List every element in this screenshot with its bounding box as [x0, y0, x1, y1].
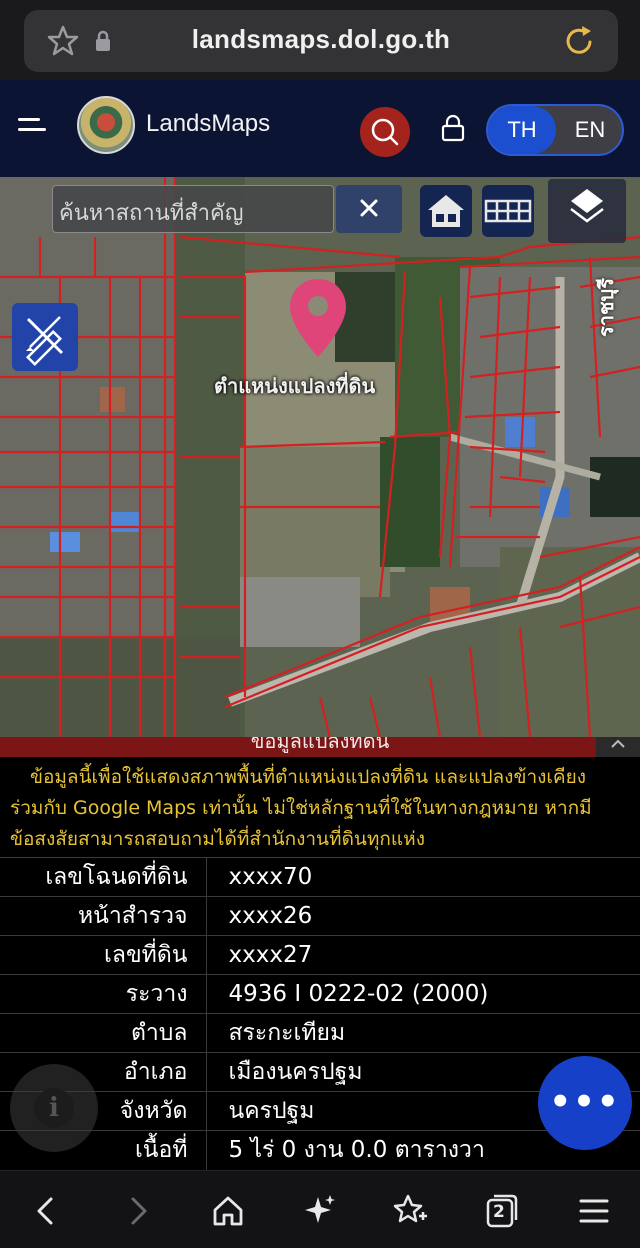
- brand-name: LandsMaps: [146, 110, 271, 137]
- lang-en-button[interactable]: EN: [558, 106, 622, 154]
- row-label: เลขโฉนดที่ดิน: [0, 857, 207, 897]
- menu-button[interactable]: [18, 118, 48, 148]
- home-button[interactable]: [420, 185, 472, 237]
- notice-line: ร่วมกับ Google Maps เท่านั้น ไม่ใช่หลักฐ…: [10, 797, 592, 819]
- browser-bottom-bar: 2: [0, 1170, 640, 1248]
- road-label: ราชบุรี: [594, 278, 618, 337]
- layers-button[interactable]: [548, 179, 626, 243]
- collapse-button[interactable]: [596, 737, 640, 757]
- more-actions-button[interactable]: •••: [538, 1056, 632, 1150]
- notice-line: ข้อสงสัยสามารถสอบถามได้ที่สำนักงานที่ดิน…: [10, 828, 425, 850]
- parcel-location-label: ตำแหน่งแปลงที่ดิน: [214, 374, 376, 398]
- clear-search-button[interactable]: [336, 185, 402, 233]
- row-value: xxxx26: [228, 903, 313, 929]
- app-header: LandsMaps TH EN: [0, 80, 640, 177]
- row-label: ตำบล: [0, 1013, 207, 1053]
- table-row: เนื้อที่ 5 ไร่ 0 งาน 0.0 ตารางวา: [0, 1130, 640, 1170]
- layers-icon: [570, 189, 604, 223]
- sparkle-icon[interactable]: [300, 1191, 340, 1231]
- table-row: เลขโฉนดที่ดิน xxxx70: [0, 857, 640, 897]
- menu-bar-icon: [18, 118, 40, 121]
- row-label: เลขที่ดิน: [0, 935, 207, 975]
- tab-count: 2: [493, 1202, 505, 1222]
- info-button[interactable]: i: [10, 1064, 98, 1152]
- grid-button[interactable]: [482, 185, 534, 237]
- menu-bar-icon: [18, 128, 46, 131]
- ruler-pencil-icon: [25, 316, 64, 367]
- lang-th-button[interactable]: TH: [488, 106, 556, 154]
- location-pin-icon[interactable]: [286, 277, 350, 361]
- search-button[interactable]: [360, 107, 410, 157]
- forward-icon[interactable]: [118, 1191, 158, 1231]
- language-toggle[interactable]: TH EN: [486, 104, 624, 156]
- place-search-input[interactable]: ค้นหาสถานที่สำคัญ: [52, 185, 334, 233]
- row-value: xxxx70: [228, 864, 313, 890]
- home-icon: [428, 195, 464, 227]
- table-row: เลขที่ดิน xxxx27: [0, 935, 640, 975]
- tabs-button[interactable]: 2: [482, 1191, 522, 1231]
- row-value: xxxx27: [228, 942, 313, 968]
- satellite-map: [0, 177, 640, 737]
- menu-icon[interactable]: [574, 1191, 614, 1231]
- search-icon: [371, 118, 399, 146]
- bookmarks-star-icon[interactable]: [390, 1191, 430, 1231]
- table-row: หน้าสำรวจ xxxx26: [0, 896, 640, 936]
- map-view[interactable]: ค้นหาสถานที่สำคัญ ตำแหน่งแปลงที่ดิน ราชบ…: [0, 177, 640, 737]
- login-lock-icon[interactable]: [440, 114, 466, 142]
- grid-icon: [484, 199, 532, 223]
- notice-line: ข้อมูลนี้เพื่อใช้แสดงสภาพพื้นที่ตำแหน่งแ…: [30, 766, 587, 788]
- url-text[interactable]: landsmaps.dol.go.th: [24, 24, 618, 55]
- home-icon[interactable]: [208, 1191, 248, 1231]
- browser-toolbar: landsmaps.dol.go.th: [0, 0, 640, 80]
- back-icon[interactable]: [26, 1191, 66, 1231]
- close-icon: [360, 199, 378, 217]
- disclaimer-notice: ข้อมูลนี้เพื่อใช้แสดงสภาพพื้นที่ตำแหน่งแ…: [0, 757, 640, 857]
- address-bar[interactable]: landsmaps.dol.go.th: [24, 10, 618, 72]
- department-logo: [77, 96, 135, 154]
- reload-icon[interactable]: [564, 24, 596, 58]
- table-row: ตำบล สระกะเทียม: [0, 1013, 640, 1053]
- panel-title: ข้อมูลแปลงที่ดิน: [250, 737, 390, 753]
- row-value: สระกะเทียม: [228, 1020, 346, 1046]
- row-label: ระวาง: [0, 974, 207, 1014]
- row-label: หน้าสำรวจ: [0, 896, 207, 936]
- measure-tool-button[interactable]: [12, 303, 78, 371]
- table-row: ระวาง 4936 I 0222-02 (2000): [0, 974, 640, 1014]
- chevron-up-icon: [611, 739, 625, 748]
- parcel-info-header[interactable]: ข้อมูลแปลงที่ดิน: [0, 737, 640, 757]
- info-icon: i: [34, 1088, 74, 1128]
- row-value: 4936 I 0222-02 (2000): [228, 981, 489, 1007]
- more-icon: •••: [549, 1082, 621, 1122]
